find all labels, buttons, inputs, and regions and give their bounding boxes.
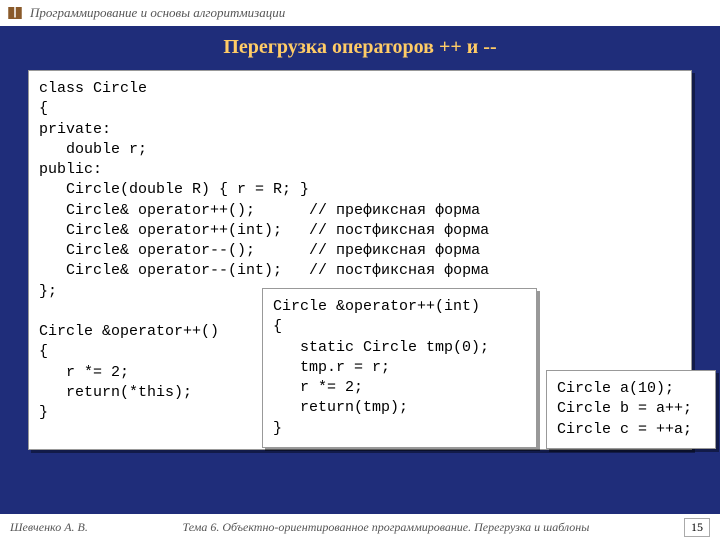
book-icon — [6, 4, 24, 22]
footer-author: Шевченко А. В. — [10, 520, 88, 535]
slide: Программирование и основы алгоритмизации… — [0, 0, 720, 540]
code-block-usage: Circle a(10); Circle b = a++; Circle c =… — [546, 370, 716, 449]
course-title: Программирование и основы алгоритмизации — [30, 5, 285, 21]
code-block-postfix: Circle &operator++(int) { static Circle … — [262, 288, 537, 448]
footer-topic: Тема 6. Объектно-ориентированное програм… — [88, 520, 684, 535]
page-number: 15 — [684, 518, 710, 537]
header-bar: Программирование и основы алгоритмизации — [0, 0, 720, 28]
slide-title: Перегрузка операторов ++ и -- — [0, 36, 720, 59]
footer-bar: Шевченко А. В. Тема 6. Объектно-ориентир… — [0, 512, 720, 540]
